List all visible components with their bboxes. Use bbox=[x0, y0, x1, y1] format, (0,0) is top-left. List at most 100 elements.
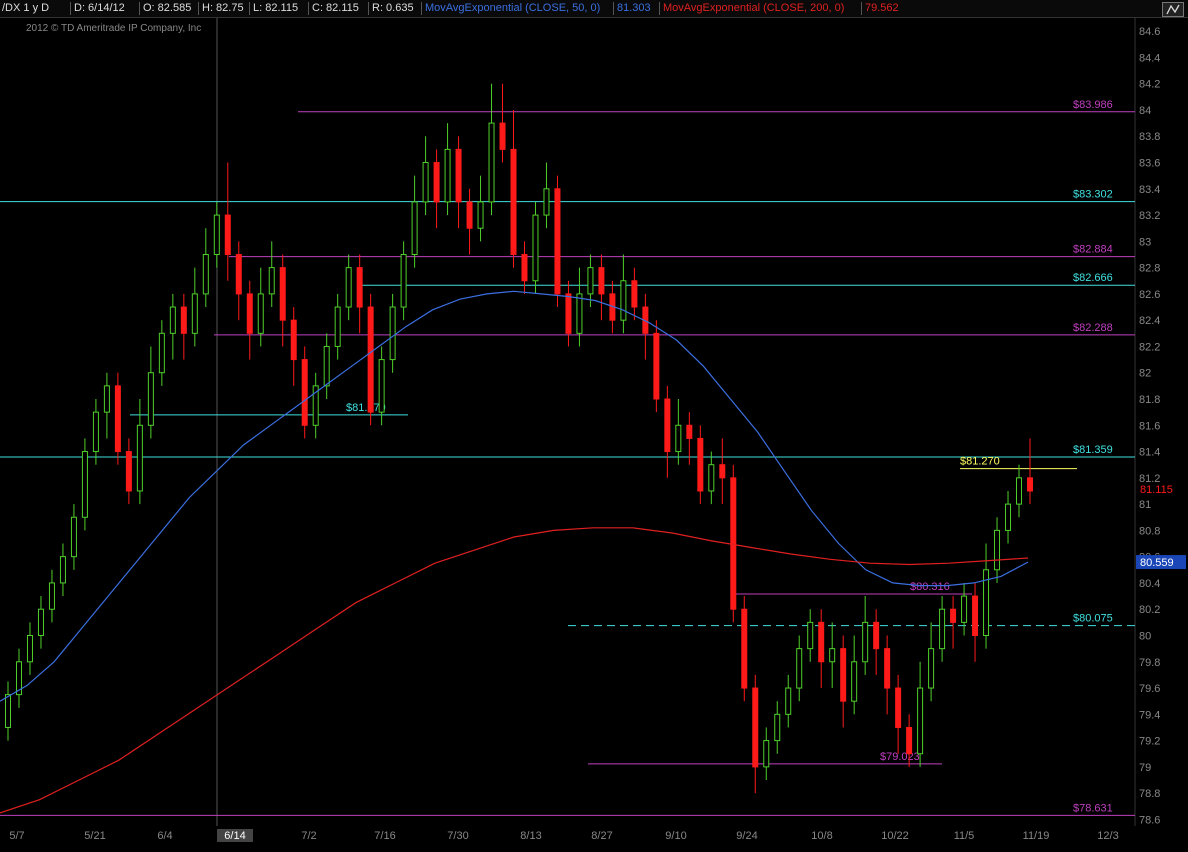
y-tick-label: 78.6 bbox=[1139, 814, 1160, 826]
header-divider bbox=[659, 2, 660, 15]
candle-body bbox=[840, 648, 847, 702]
candle-body bbox=[499, 122, 506, 150]
candle-body bbox=[378, 359, 385, 413]
candle-body bbox=[565, 293, 572, 334]
candle-body bbox=[433, 162, 440, 203]
drawing-tool-icon bbox=[1166, 4, 1180, 15]
candle-body bbox=[774, 713, 781, 742]
candle-body bbox=[345, 267, 352, 308]
candle-body bbox=[400, 253, 407, 308]
ma50-study-label[interactable]: MovAvgExponential (CLOSE, 50, 0) bbox=[425, 1, 600, 15]
candle-body bbox=[323, 345, 330, 387]
chart-header: /DX 1 y D D: 6/14/12 O: 82.585 H: 82.75 … bbox=[0, 0, 1188, 18]
price-chart[interactable]: 84.6 84.4 84.2 84 83.8 83.6 83.4 83.2 83 82.8 82.6… bbox=[0, 18, 1188, 852]
candle-body bbox=[598, 267, 605, 295]
y-tick-label: 79.8 bbox=[1139, 657, 1160, 669]
candle-body bbox=[367, 306, 374, 413]
candle-body bbox=[26, 634, 33, 663]
candle-body bbox=[543, 188, 550, 216]
y-tick-label: 83.4 bbox=[1139, 184, 1160, 196]
header-divider bbox=[368, 2, 369, 15]
candle-body bbox=[906, 726, 913, 755]
candle-body bbox=[686, 424, 693, 439]
candle-body bbox=[5, 694, 11, 728]
candle-body bbox=[851, 661, 858, 702]
y-tick-label: 83.8 bbox=[1139, 131, 1160, 143]
close-readout: C: 82.115 bbox=[312, 2, 359, 14]
candle-body bbox=[158, 332, 165, 374]
candle-body bbox=[939, 608, 946, 650]
x-tick-label: 11/5 bbox=[954, 830, 975, 842]
candle-body bbox=[587, 267, 594, 295]
y-tick-label: 82.6 bbox=[1139, 289, 1160, 301]
range-readout: R: 0.635 bbox=[372, 2, 414, 14]
symbol-label[interactable]: /DX 1 y D bbox=[2, 1, 49, 15]
candle-body bbox=[92, 411, 99, 453]
candle-body bbox=[257, 293, 264, 334]
candle-body bbox=[664, 398, 671, 453]
y-tick-label: 83.2 bbox=[1139, 210, 1160, 222]
candle-body bbox=[422, 162, 429, 203]
x-tick-label: 7/30 bbox=[447, 830, 468, 842]
candle-body bbox=[411, 201, 418, 255]
candle-body bbox=[829, 648, 836, 663]
candle-body bbox=[532, 214, 539, 282]
candle-body bbox=[884, 648, 891, 689]
header-divider bbox=[613, 2, 614, 15]
candle-body bbox=[763, 740, 770, 768]
candle-body bbox=[675, 424, 682, 453]
candle-body bbox=[235, 253, 242, 295]
open-readout: O: 82.585 bbox=[143, 2, 192, 14]
header-divider bbox=[70, 2, 71, 15]
candle-body bbox=[191, 293, 198, 334]
x-tick-label: 8/13 bbox=[520, 830, 541, 842]
candle-body bbox=[213, 214, 220, 255]
candle-body bbox=[1016, 477, 1023, 505]
y-tick-label: 79.6 bbox=[1139, 683, 1160, 695]
level-label: $79.023 bbox=[880, 751, 920, 763]
candle-body bbox=[279, 267, 286, 321]
y-tick-label: 82 bbox=[1139, 368, 1151, 380]
level-label: $81.359 bbox=[1073, 444, 1113, 456]
level-label: $80.316 bbox=[910, 581, 950, 593]
level-label: $83.986 bbox=[1073, 99, 1113, 111]
y-tick-label: 80.8 bbox=[1139, 525, 1160, 537]
candle-body bbox=[917, 687, 924, 755]
candle-body bbox=[224, 214, 231, 255]
header-divider bbox=[421, 2, 422, 15]
y-tick-label: 81.8 bbox=[1139, 394, 1160, 406]
candle-body bbox=[268, 267, 275, 295]
candle-body bbox=[818, 621, 825, 663]
candle-body bbox=[620, 280, 627, 321]
x-tick-label: 5/21 bbox=[84, 830, 105, 842]
ma50-price-tag: 80.559 bbox=[1140, 557, 1174, 569]
level-label: $80.075 bbox=[1073, 613, 1113, 625]
candle-body bbox=[521, 253, 528, 282]
candle-body bbox=[576, 293, 583, 334]
y-tick-label: 84 bbox=[1139, 105, 1151, 117]
x-tick-label: 8/27 bbox=[591, 830, 612, 842]
candle-body bbox=[653, 332, 660, 400]
y-tick-label: 84.2 bbox=[1139, 79, 1160, 91]
y-tick-label: 81.4 bbox=[1139, 447, 1160, 459]
candle-body bbox=[389, 306, 396, 361]
ma200-study-label[interactable]: MovAvgExponential (CLOSE, 200, 0) bbox=[663, 1, 844, 15]
candle-body bbox=[873, 621, 880, 650]
drawing-tool-button[interactable] bbox=[1162, 2, 1184, 17]
y-tick-label: 80.2 bbox=[1139, 604, 1160, 616]
y-tick-label: 79 bbox=[1139, 762, 1151, 774]
candle-body bbox=[70, 516, 77, 558]
candle-body bbox=[48, 582, 55, 610]
candle-body bbox=[730, 477, 737, 610]
y-tick-label: 80.4 bbox=[1139, 578, 1160, 590]
x-tick-label: 10/8 bbox=[811, 830, 832, 842]
x-tick-label: 7/16 bbox=[374, 830, 395, 842]
y-tick-label: 84.6 bbox=[1139, 26, 1160, 38]
level-label: $81.270 bbox=[960, 456, 1000, 468]
candle-body bbox=[488, 122, 495, 203]
candle-body bbox=[961, 595, 968, 623]
y-tick-label: 79.4 bbox=[1139, 709, 1160, 721]
y-tick-label: 81.6 bbox=[1139, 420, 1160, 432]
candle-body bbox=[466, 201, 473, 229]
candle-body bbox=[246, 293, 253, 334]
